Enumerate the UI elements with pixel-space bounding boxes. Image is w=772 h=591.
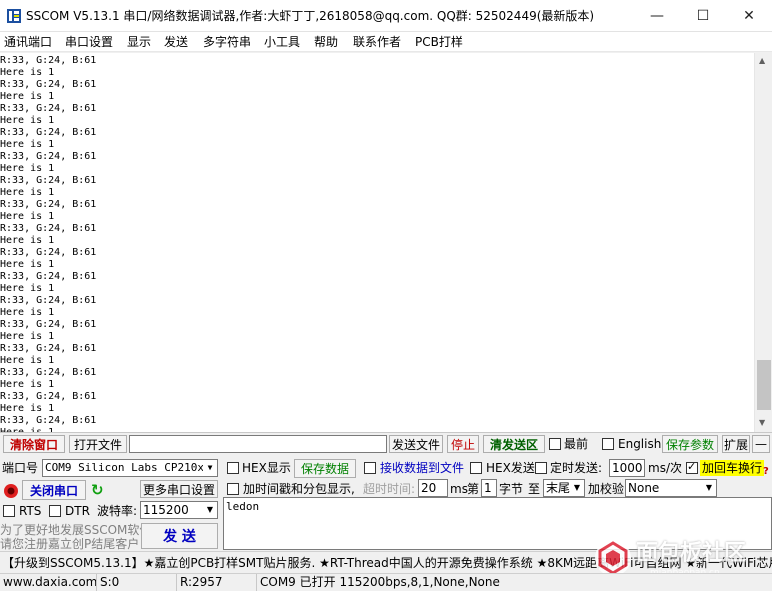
rts-label: RTS <box>19 504 42 518</box>
baud-select[interactable]: 115200 ▼ <box>140 501 218 519</box>
timestamp-checkbox[interactable] <box>227 483 239 495</box>
chevron-down-icon: ▼ <box>203 502 217 518</box>
hex-send-checkbox[interactable] <box>470 462 482 474</box>
save-data-button[interactable]: 保存数据 <box>294 459 356 478</box>
collapse-button[interactable]: — <box>752 435 770 453</box>
stop-button[interactable]: 停止 <box>447 435 479 453</box>
send-button[interactable]: 发 送 <box>141 523 218 549</box>
interval-input[interactable]: 1000 <box>609 459 645 477</box>
clear-send-button[interactable]: 清发送区 <box>483 435 545 453</box>
dtr-checkbox[interactable] <box>49 505 61 517</box>
receive-scrollbar[interactable]: ▲ ▼ <box>754 53 772 432</box>
add-crlf-label: 加回车换行 <box>700 460 765 476</box>
menu-item-help[interactable]: 帮助 <box>314 35 338 49</box>
menu-item-send[interactable]: 发送 <box>164 35 188 49</box>
help-question-icon[interactable]: ? <box>763 466 769 477</box>
file-path-input[interactable] <box>129 435 387 453</box>
dtr-label: DTR <box>65 504 90 518</box>
timeout-input[interactable]: 20 <box>418 479 448 497</box>
to-label: 至 <box>528 482 541 496</box>
hex-send-label: HEX发送 <box>486 461 535 475</box>
menu-item-contact-author[interactable]: 联系作者 <box>353 35 401 49</box>
refresh-icon[interactable]: ↻ <box>91 481 104 499</box>
port-select[interactable]: COM9 Silicon Labs CP210x U: ▼ <box>42 459 218 477</box>
open-file-button[interactable]: 打开文件 <box>69 435 127 453</box>
menu-item-serial-settings[interactable]: 串口设置 <box>65 35 113 49</box>
baud-select-value: 115200 <box>143 503 189 517</box>
byte-label: 字节 <box>499 482 524 496</box>
scroll-up-arrow-icon[interactable]: ▲ <box>759 56 765 65</box>
topmost-checkbox[interactable] <box>549 438 561 450</box>
recv-to-file-label: 接收数据到文件 <box>380 461 465 475</box>
chevron-down-icon: ▼ <box>570 480 584 496</box>
rts-checkbox[interactable] <box>3 505 15 517</box>
send-file-button[interactable]: 发送文件 <box>389 435 443 453</box>
timeout-unit: ms <box>450 482 468 496</box>
receive-text-area[interactable]: R:33, G:24, B:61 Here is 1 R:33, G:24, B… <box>0 53 754 432</box>
baud-label: 波特率: <box>97 504 138 518</box>
sscom-app-icon <box>7 9 21 23</box>
timed-send-label: 定时发送: <box>550 461 603 475</box>
chevron-down-icon: ▼ <box>702 480 716 496</box>
menu-item-display[interactable]: 显示 <box>127 35 151 49</box>
status-sent-count: S:0 <box>96 574 176 591</box>
menu-item-comm-port[interactable]: 通讯端口 <box>4 35 52 49</box>
recv-to-file-checkbox[interactable] <box>364 462 376 474</box>
byte-index-input[interactable]: 1 <box>481 479 497 497</box>
timestamp-label: 加时间戳和分包显示, <box>243 482 355 496</box>
send-text-value: ledon <box>226 500 260 513</box>
promo-line-1: 为了更好地发展SSCOM软件 <box>0 523 152 537</box>
port-select-value: COM9 Silicon Labs CP210x U: <box>45 461 218 474</box>
to-select-value: 末尾 <box>546 481 571 495</box>
to-select[interactable]: 末尾 ▼ <box>543 479 585 497</box>
english-checkbox[interactable] <box>602 438 614 450</box>
timeout-label: 超时时间: <box>363 482 416 496</box>
byte-prefix: 第 <box>467 482 480 496</box>
english-label: English <box>618 437 662 451</box>
scroll-down-arrow-icon[interactable]: ▼ <box>759 418 765 427</box>
checksum-select[interactable]: None ▼ <box>625 479 717 497</box>
more-settings-button[interactable]: 更多串口设置 <box>140 480 218 498</box>
close-button[interactable]: ✕ <box>726 0 772 32</box>
minimize-button[interactable]: — <box>634 0 680 32</box>
menu-item-multi-string[interactable]: 多字符串 <box>203 35 251 49</box>
add-crlf-checkbox[interactable] <box>686 460 698 474</box>
checksum-select-value: None <box>628 481 660 495</box>
close-port-button[interactable]: 关闭串口 <box>22 480 86 500</box>
watermark-text: 面包板社区 <box>636 541 747 566</box>
timed-send-checkbox[interactable] <box>535 462 547 474</box>
menu-item-tools[interactable]: 小工具 <box>264 35 300 49</box>
hex-display-label: HEX显示 <box>242 461 291 475</box>
promo-line-2: 请您注册嘉立创P结尾客户 <box>0 537 140 551</box>
topmost-label: 最前 <box>564 437 589 451</box>
checksum-label: 加校验 <box>588 482 625 496</box>
power-icon <box>4 484 18 498</box>
chevron-down-icon: ▼ <box>203 460 217 476</box>
status-received-count: R:2957 <box>176 574 256 591</box>
port-label: 端口号 <box>2 461 39 475</box>
hex-display-checkbox[interactable] <box>227 462 239 474</box>
menu-item-pcb[interactable]: PCB打样 <box>415 35 463 49</box>
status-port-info: COM9 已打开 115200bps,8,1,None,None <box>256 574 556 591</box>
receive-text: R:33, G:24, B:61 Here is 1 R:33, G:24, B… <box>0 55 97 432</box>
save-params-button[interactable]: 保存参数 <box>662 435 718 453</box>
maximize-button[interactable]: ☐ <box>680 0 726 32</box>
window-title: SSCOM V5.13.1 串口/网络数据调试器,作者:大虾丁丁,2618058… <box>26 9 595 23</box>
mianbaoban-logo <box>595 540 631 576</box>
status-website[interactable]: www.daxia.com <box>0 574 97 591</box>
interval-unit: ms/次 <box>648 461 682 475</box>
clear-window-button[interactable]: 清除窗口 <box>3 435 65 453</box>
scrollbar-thumb[interactable] <box>757 360 771 410</box>
expand-button[interactable]: 扩展 <box>722 435 750 453</box>
